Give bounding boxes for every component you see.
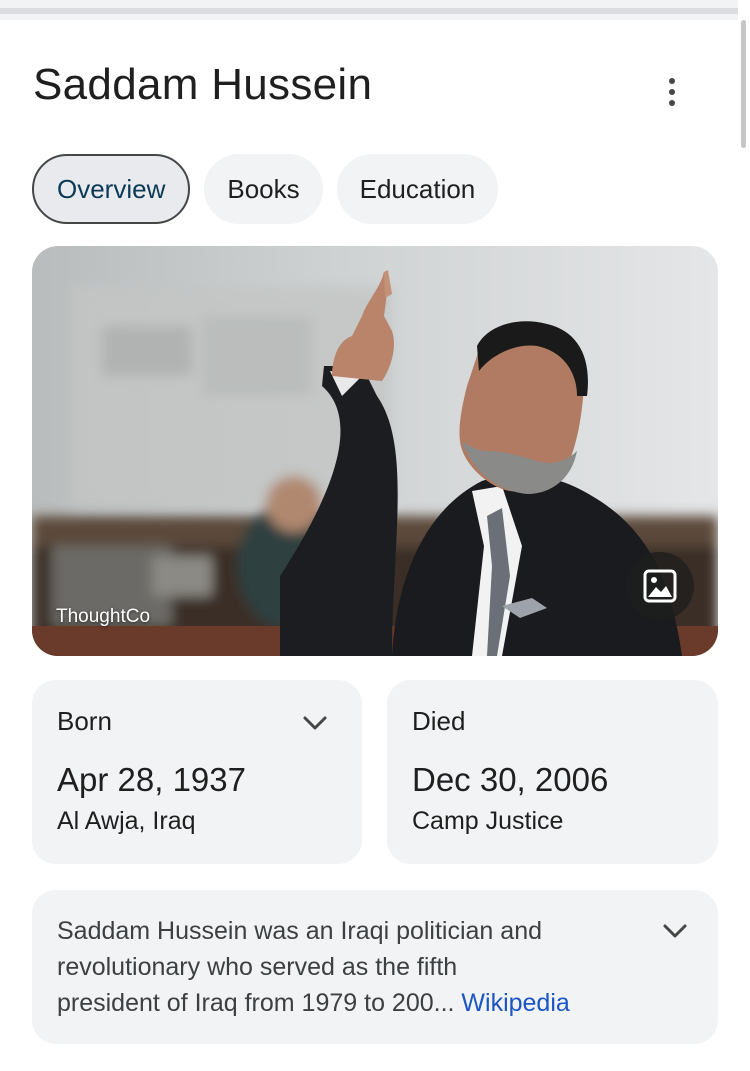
died-place: Camp Justice: [412, 807, 564, 835]
expand-chevron-icon[interactable]: [662, 922, 688, 940]
image-glyph: [643, 569, 677, 603]
born-place: Al Awja, Iraq: [57, 807, 196, 835]
tab-books[interactable]: Books: [204, 154, 323, 224]
died-label: Died: [412, 706, 466, 736]
hero-image[interactable]: ThoughtCo: [32, 246, 718, 656]
died-date: Dec 30, 2006: [412, 761, 609, 798]
image-icon[interactable]: [626, 552, 694, 620]
top-divider: [0, 0, 738, 20]
tab-bar: Overview Books Education: [32, 154, 499, 224]
tab-education[interactable]: Education: [336, 154, 499, 224]
born-date: Apr 28, 1937: [57, 761, 246, 798]
tab-overview[interactable]: Overview: [32, 154, 191, 224]
born-label: Born: [57, 706, 112, 736]
page-title: Saddam Hussein: [33, 60, 373, 109]
more-options-icon[interactable]: [652, 70, 692, 114]
summary-line-3: president of Iraq from 1979 to 200... Wi…: [57, 985, 638, 1021]
chevron-down-icon[interactable]: [302, 714, 328, 732]
scrollbar[interactable]: [741, 20, 746, 148]
image-credit: ThoughtCo: [56, 606, 151, 627]
summary-line-2: revolutionary who served as the fifth: [57, 953, 458, 981]
wikipedia-link[interactable]: Wikipedia: [461, 989, 569, 1017]
born-card[interactable]: Born Apr 28, 1937 Al Awja, Iraq: [32, 680, 362, 864]
summary-text-tail: president of Iraq from 1979 to 200: [57, 989, 434, 1017]
summary-ellipsis: ...: [433, 989, 455, 1017]
summary-line-1: Saddam Hussein was an Iraqi politician a…: [57, 917, 542, 945]
died-card: Died Dec 30, 2006 Camp Justice: [387, 680, 718, 864]
hero-photo: [32, 246, 718, 656]
summary-card[interactable]: Saddam Hussein was an Iraqi politician a…: [32, 890, 718, 1044]
